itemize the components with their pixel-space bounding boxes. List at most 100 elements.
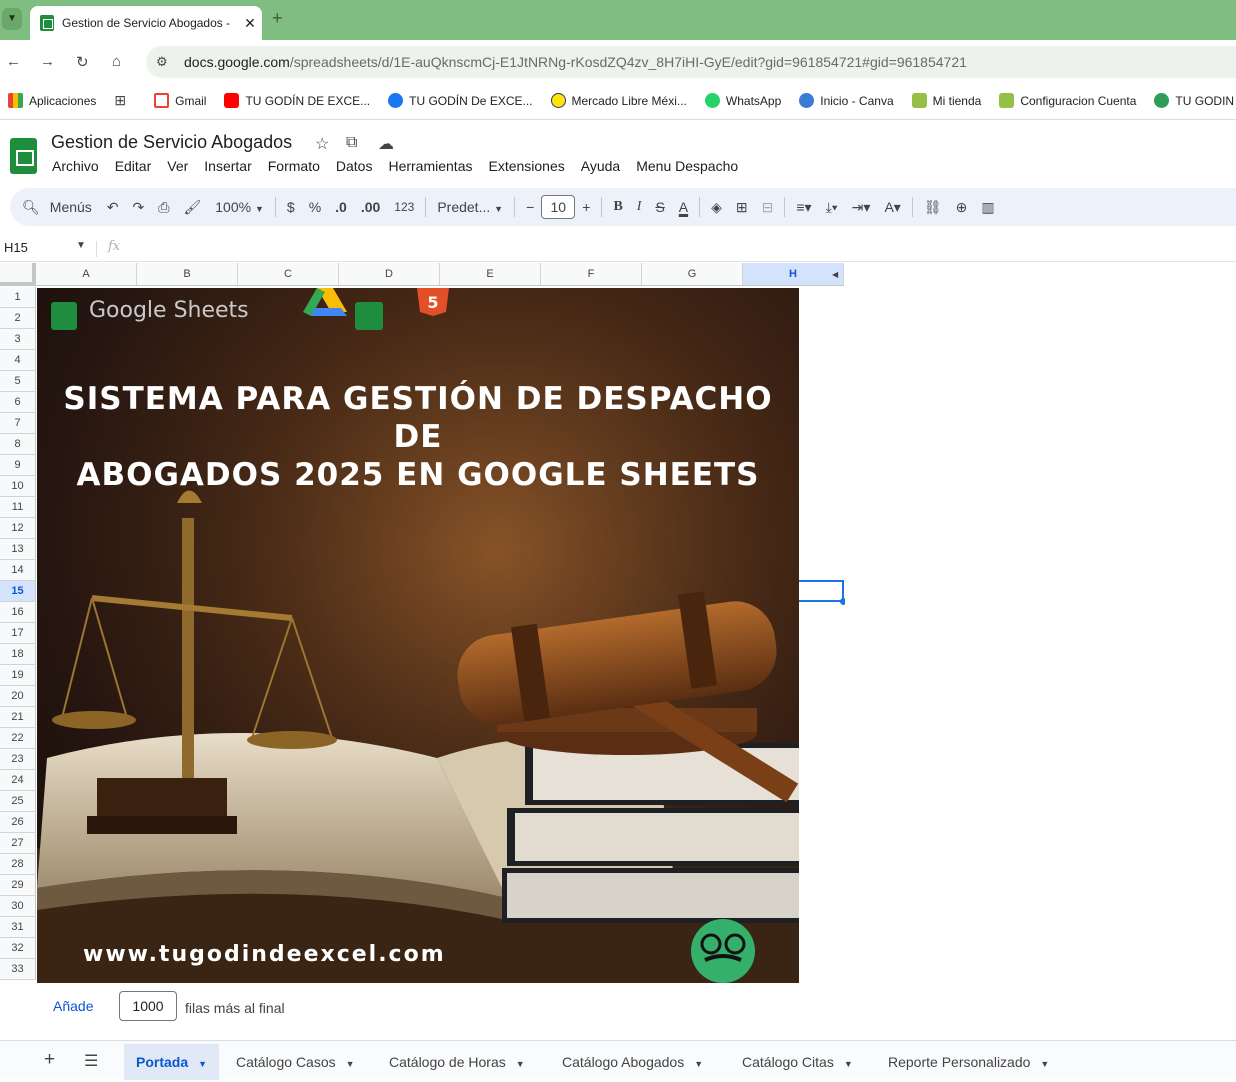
merge-cells-icon[interactable]: ⊟ — [755, 199, 781, 216]
search-menus-button[interactable]: 🔍︎ Menús — [10, 199, 100, 216]
chevron-down-icon[interactable]: ▼ — [1040, 1059, 1049, 1069]
column-header-e[interactable]: E — [440, 263, 541, 286]
row-header[interactable]: 25 — [0, 791, 36, 812]
chevron-down-icon[interactable]: ▼ — [844, 1059, 853, 1069]
row-header[interactable]: 31 — [0, 917, 36, 938]
row-header[interactable]: 16 — [0, 602, 36, 623]
column-header-h[interactable]: H — [743, 263, 844, 286]
italic-icon[interactable]: I — [630, 199, 649, 215]
cloud-status-icon[interactable]: ☁ — [378, 134, 394, 154]
scroll-left-icon[interactable]: ◀ — [832, 270, 838, 279]
row-header[interactable]: 12 — [0, 518, 36, 539]
row-header[interactable]: 1 — [0, 287, 36, 308]
name-box[interactable]: H15 ▼ — [4, 240, 86, 255]
font-select[interactable]: Predet... ▼ — [430, 199, 510, 215]
row-header[interactable]: 23 — [0, 749, 36, 770]
bookmark-facebook[interactable]: TU GODÍN De EXCE... — [388, 93, 533, 108]
font-size-increase-icon[interactable]: + — [575, 199, 597, 215]
row-header[interactable]: 33 — [0, 959, 36, 980]
column-header-b[interactable]: B — [137, 263, 238, 286]
reload-icon[interactable]: ↻ — [76, 53, 89, 71]
bookmark-canva[interactable]: Inicio - Canva — [799, 93, 894, 108]
sheet-tab-reporte-personalizado[interactable]: Reporte Personalizado ▼ — [876, 1044, 1061, 1080]
row-header[interactable]: 17 — [0, 623, 36, 644]
chevron-down-icon[interactable]: ▼ — [694, 1059, 703, 1069]
row-header[interactable]: 29 — [0, 875, 36, 896]
row-header[interactable]: 9 — [0, 455, 36, 476]
add-rows-count-input[interactable]: 1000 — [119, 991, 177, 1021]
column-header-d[interactable]: D — [339, 263, 440, 286]
banner-image[interactable]: Google Sheets 5 SISTEMA PARA GESTIÓN DE … — [37, 288, 799, 983]
star-icon[interactable]: ☆ — [315, 134, 329, 154]
currency-format-button[interactable]: $ — [280, 199, 302, 215]
bookmark-mi-tienda[interactable]: Mi tienda — [911, 93, 981, 108]
selected-cell-h15[interactable] — [798, 580, 844, 602]
font-size-decrease-icon[interactable]: − — [519, 199, 541, 215]
add-sheet-icon[interactable]: + — [44, 1049, 55, 1071]
add-rows-button[interactable]: Añade — [53, 998, 93, 1014]
row-header[interactable]: 2 — [0, 308, 36, 329]
row-header[interactable]: 6 — [0, 392, 36, 413]
text-rotation-icon[interactable]: A▾ — [877, 199, 907, 216]
select-all-corner[interactable] — [0, 263, 36, 286]
bold-icon[interactable]: B — [606, 199, 629, 215]
print-icon[interactable]: ⎙ — [151, 199, 176, 216]
row-header[interactable]: 14 — [0, 560, 36, 581]
font-size-input[interactable]: 10 — [541, 195, 576, 219]
menu-ver[interactable]: Ver — [159, 158, 196, 174]
sheet-tab-catalogo-casos[interactable]: Catálogo Casos ▼ — [224, 1044, 367, 1080]
paint-format-icon[interactable]: 🖌︎ — [176, 199, 208, 216]
column-header-g[interactable]: G — [642, 263, 743, 286]
menu-extensiones[interactable]: Extensiones — [480, 158, 572, 174]
sheet-tab-catalogo-abogados[interactable]: Catálogo Abogados ▼ — [550, 1044, 715, 1080]
row-header[interactable]: 22 — [0, 728, 36, 749]
site-info-icon[interactable]: ⚙ — [156, 54, 174, 70]
sheet-tab-catalogo-citas[interactable]: Catálogo Citas ▼ — [730, 1044, 865, 1080]
sheet-tab-catalogo-horas[interactable]: Catálogo de Horas ▼ — [377, 1044, 537, 1080]
menu-archivo[interactable]: Archivo — [44, 158, 107, 174]
column-header-c[interactable]: C — [238, 263, 339, 286]
row-header[interactable]: 27 — [0, 833, 36, 854]
fill-color-icon[interactable]: ◈ — [704, 199, 729, 216]
insert-chart-icon[interactable]: ▥ — [974, 199, 1001, 216]
menu-datos[interactable]: Datos — [328, 158, 381, 174]
percent-format-button[interactable]: % — [302, 199, 328, 215]
redo-icon[interactable]: ↷ — [126, 199, 152, 216]
move-folder-icon[interactable]: ⧉ — [346, 134, 357, 152]
tab-search-button[interactable]: ▼ — [2, 8, 22, 30]
row-header[interactable]: 15 — [0, 581, 36, 602]
bookmark-youtube[interactable]: TU GODÍN DE EXCE... — [224, 93, 370, 108]
row-header[interactable]: 32 — [0, 938, 36, 959]
url-field[interactable]: ⚙ docs.google.com/spreadsheets/d/1E-auQk… — [146, 46, 1236, 78]
vertical-align-icon[interactable]: ⤓▾ — [819, 199, 845, 216]
sheets-logo-icon[interactable] — [10, 138, 37, 174]
spreadsheet-grid[interactable]: A B C D E F G H ◀ 1 2 3 4 5 6 7 8 9 10 11 12 13 14 15 1… — [0, 263, 845, 983]
column-header-a[interactable]: A — [36, 263, 137, 286]
chevron-down-icon[interactable]: ▼ — [516, 1059, 525, 1069]
menu-editar[interactable]: Editar — [107, 158, 160, 174]
menu-ayuda[interactable]: Ayuda — [573, 158, 628, 174]
bookmark-mercadolibre[interactable]: Mercado Libre Méxi... — [550, 93, 687, 108]
row-header[interactable]: 26 — [0, 812, 36, 833]
row-header[interactable]: 7 — [0, 413, 36, 434]
all-sheets-icon[interactable]: ☰ — [84, 1051, 98, 1071]
home-icon[interactable]: ⌂ — [112, 53, 121, 70]
row-header[interactable]: 3 — [0, 329, 36, 350]
strikethrough-icon[interactable]: S — [648, 199, 671, 215]
row-header[interactable]: 4 — [0, 350, 36, 371]
undo-icon[interactable]: ↶ — [100, 199, 126, 216]
menu-herramientas[interactable]: Herramientas — [380, 158, 480, 174]
bookmark-aplicaciones[interactable]: Aplicaciones — [8, 93, 96, 108]
back-icon[interactable]: ← — [6, 53, 21, 70]
text-color-icon[interactable]: A — [672, 199, 695, 215]
row-header[interactable]: 5 — [0, 371, 36, 392]
text-wrap-icon[interactable]: ⇥▾ — [845, 199, 878, 216]
row-header[interactable]: 13 — [0, 539, 36, 560]
row-header[interactable]: 18 — [0, 644, 36, 665]
document-title[interactable]: Gestion de Servicio Abogados — [51, 132, 292, 153]
bookmark-gmail[interactable]: Gmail — [154, 93, 206, 108]
close-tab-icon[interactable]: ✕ — [238, 15, 262, 32]
decrease-decimal-button[interactable]: .0 — [328, 199, 354, 215]
forward-icon[interactable]: → — [40, 53, 55, 70]
number-format-button[interactable]: 123 — [387, 200, 421, 214]
